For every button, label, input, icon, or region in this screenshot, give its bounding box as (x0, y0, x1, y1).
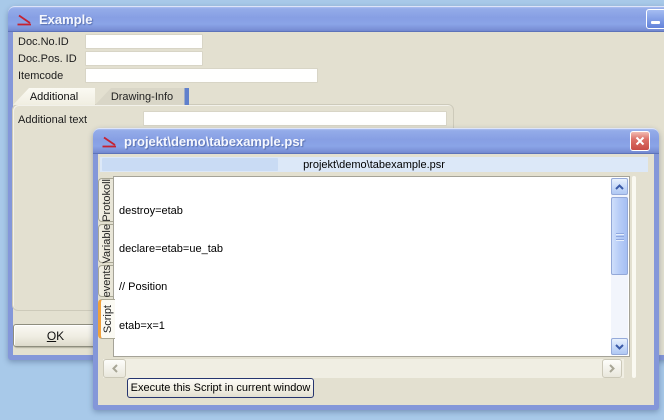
script-window: projekt\demo\tabexample.psr projekt\demo… (93, 128, 659, 410)
itemcode-label: Itemcode (18, 70, 63, 82)
side-tab-protokoll-label: Protokoll (101, 179, 113, 222)
scroll-right-button[interactable] (602, 359, 622, 378)
doc-pos-id-label: Doc.Pos. ID (18, 53, 77, 65)
scroll-up-button[interactable] (611, 178, 628, 195)
example-titlebar[interactable]: Example (8, 6, 664, 32)
doc-no-id-field[interactable] (85, 34, 203, 49)
side-tab-script-label: Script (102, 305, 114, 333)
angle-icon (101, 135, 118, 148)
script-titlebar[interactable]: projekt\demo\tabexample.psr (93, 128, 659, 154)
scroll-down-button[interactable] (611, 338, 628, 355)
itemcode-field[interactable] (85, 68, 318, 83)
tab-additional[interactable]: Additional (13, 88, 95, 105)
minimize-icon (651, 21, 660, 24)
execute-script-button[interactable]: Execute this Script in current window (127, 378, 314, 398)
script-window-title: projekt\demo\tabexample.psr (124, 134, 305, 149)
script-text: destroy=etab declare=etab=ue_tab // Posi… (119, 179, 607, 357)
desktop: Example Doc.No.ID Doc.Pos. ID Itemcode A… (0, 0, 664, 420)
chevron-left-icon (112, 364, 118, 373)
panel-highlight (632, 176, 636, 378)
horizontal-scrollbar[interactable] (103, 359, 624, 378)
side-tab-events-label: events (101, 265, 113, 297)
chevron-right-icon (609, 364, 615, 373)
additional-text-field[interactable] (143, 111, 447, 126)
chevron-up-icon (615, 184, 624, 190)
example-window-title: Example (39, 12, 92, 27)
info-bar-box (102, 158, 278, 171)
script-client-area: projekt\demo\tabexample.psr Protokoll Va… (98, 154, 654, 405)
doc-no-id-label: Doc.No.ID (18, 36, 69, 48)
tab-drawing-info[interactable]: Drawing-Info (95, 88, 189, 105)
ok-button[interactable]: OK (13, 324, 98, 347)
script-info-bar: projekt\demo\tabexample.psr (100, 157, 648, 172)
side-tab-script[interactable]: Script (98, 299, 115, 339)
thumb-grip (616, 236, 624, 237)
scrollbar-thumb[interactable] (611, 197, 628, 275)
ok-button-label: OK (14, 329, 97, 343)
tab-additional-label: Additional (30, 91, 78, 103)
close-button[interactable] (630, 131, 650, 151)
vertical-scrollbar[interactable] (611, 178, 628, 355)
doc-pos-id-field[interactable] (85, 51, 203, 66)
chevron-down-icon (615, 344, 624, 350)
side-tab-variable-label: Variable (101, 224, 113, 264)
minimize-button[interactable] (646, 9, 664, 29)
script-editor[interactable]: destroy=etab declare=etab=ue_tab // Posi… (113, 176, 630, 357)
scroll-left-button[interactable] (103, 359, 126, 378)
additional-text-label: Additional text (18, 114, 87, 126)
angle-icon (16, 13, 33, 26)
info-bar-text: projekt\demo\tabexample.psr (303, 159, 445, 171)
tab-drawing-info-label: Drawing-Info (111, 91, 173, 103)
close-icon (635, 136, 645, 146)
